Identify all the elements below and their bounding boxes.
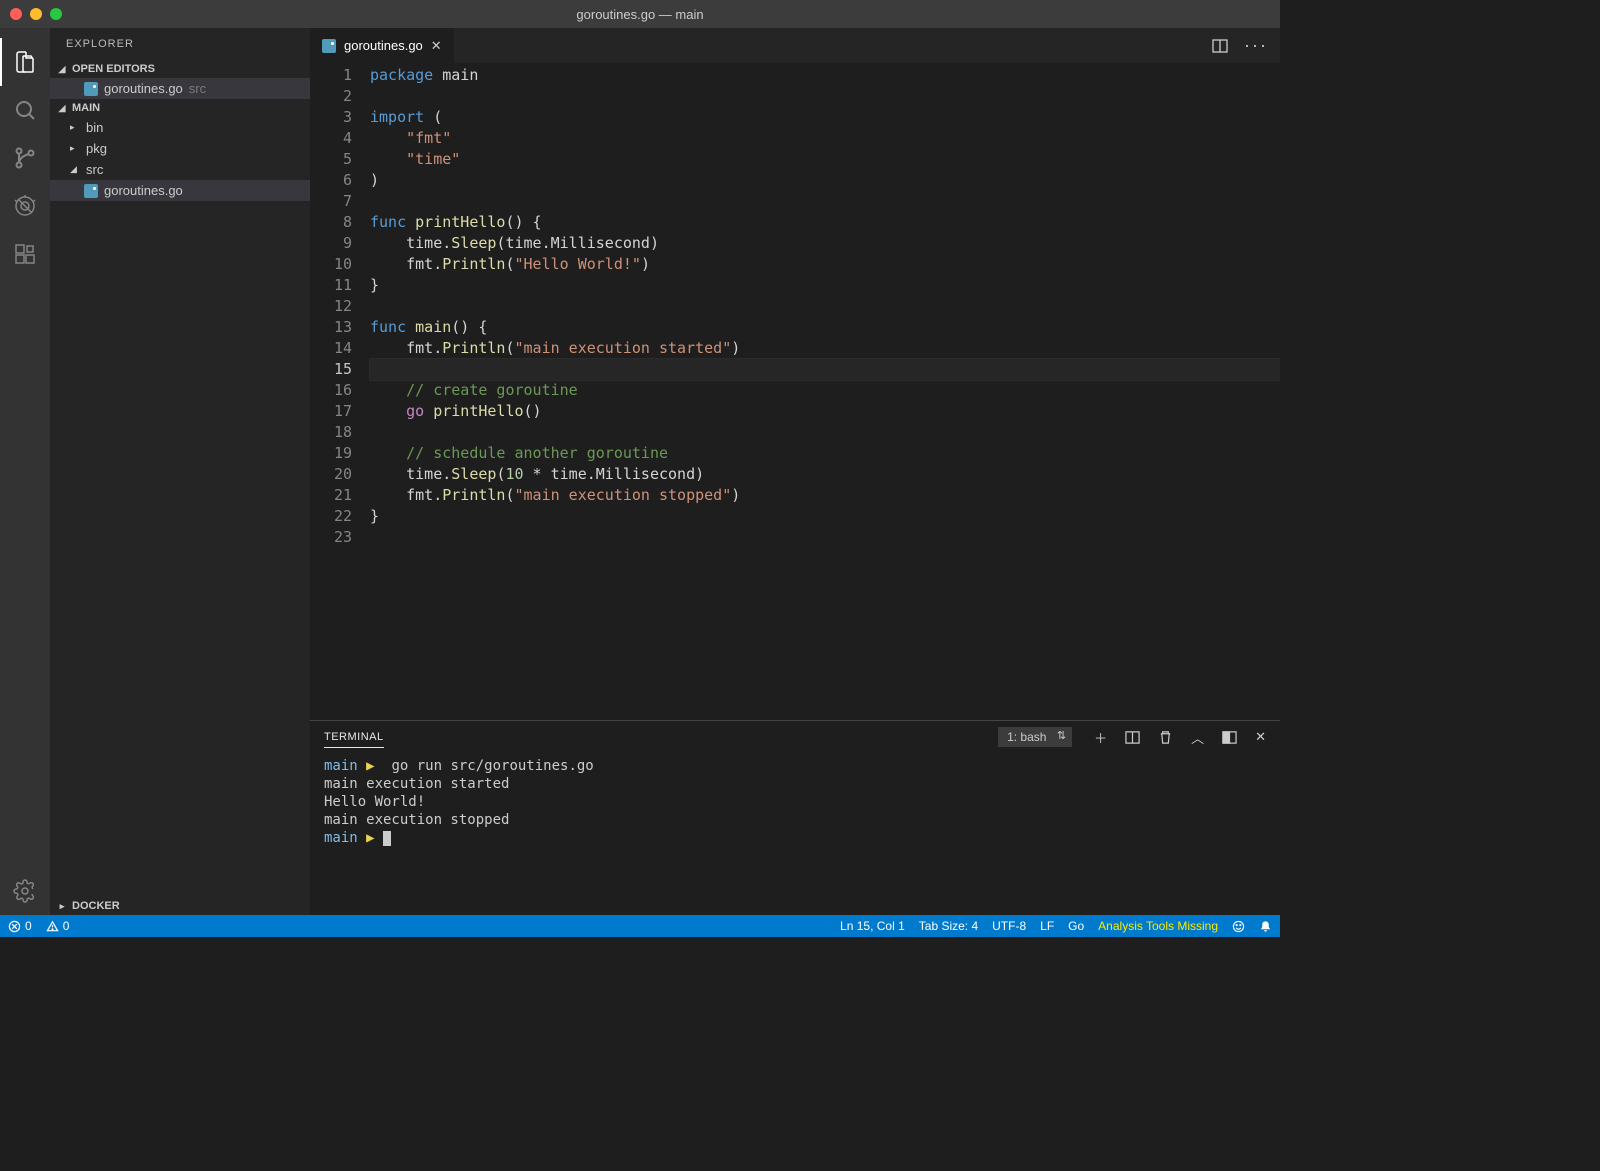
feedback-smiley-icon[interactable] xyxy=(1232,920,1245,933)
close-window-button[interactable] xyxy=(10,8,22,20)
folder-label: bin xyxy=(86,120,103,135)
chevron-down-icon: ◢ xyxy=(56,103,68,114)
terminal-body[interactable]: main ▶ go run src/goroutines.gomain exec… xyxy=(310,753,1280,915)
source-control-icon[interactable] xyxy=(0,134,50,182)
code-content[interactable]: package main import ( "fmt" "time") func… xyxy=(370,63,1280,720)
tab-bar: goroutines.go ✕ ··· xyxy=(310,28,1280,63)
terminal-panel: TERMINAL 1: bash ＋ ︿ ✕ main ▶ go run src… xyxy=(310,720,1280,915)
maximize-window-button[interactable] xyxy=(50,8,62,20)
terminal-selector[interactable]: 1: bash xyxy=(998,727,1072,747)
folder-label: pkg xyxy=(86,141,107,156)
search-icon[interactable] xyxy=(0,86,50,134)
terminal-header: TERMINAL 1: bash ＋ ︿ ✕ xyxy=(310,721,1280,753)
open-editor-name: goroutines.go xyxy=(104,81,183,96)
debug-icon[interactable] xyxy=(0,182,50,230)
open-editors-header[interactable]: ◢ OPEN EDITORS xyxy=(50,60,310,78)
code-editor[interactable]: 1234567891011121314151617181920212223 pa… xyxy=(310,63,1280,720)
notifications-bell-icon[interactable] xyxy=(1259,920,1272,933)
status-message[interactable]: Analysis Tools Missing xyxy=(1098,919,1218,933)
kill-terminal-icon[interactable] xyxy=(1158,730,1173,745)
terminal-tab[interactable]: TERMINAL xyxy=(324,727,384,748)
go-file-icon xyxy=(322,39,336,53)
status-warnings[interactable]: 0 xyxy=(46,919,70,933)
file-item-goroutines[interactable]: goroutines.go xyxy=(50,180,310,201)
close-panel-icon[interactable]: ✕ xyxy=(1255,729,1266,745)
minimize-window-button[interactable] xyxy=(30,8,42,20)
open-editor-item[interactable]: goroutines.go src xyxy=(50,78,310,99)
folder-item-src[interactable]: ◢ src xyxy=(50,159,310,180)
file-label: goroutines.go xyxy=(104,183,183,198)
chevron-down-icon: ◢ xyxy=(70,164,80,175)
new-terminal-icon[interactable]: ＋ xyxy=(1094,728,1107,747)
maximize-panel-icon[interactable] xyxy=(1222,730,1237,745)
folder-item-pkg[interactable]: ▸ pkg xyxy=(50,138,310,159)
tab-label: goroutines.go xyxy=(344,38,423,53)
window-title: goroutines.go — main xyxy=(576,7,703,22)
folder-item-bin[interactable]: ▸ bin xyxy=(50,117,310,138)
editor-area: goroutines.go ✕ ··· 12345678910111213141… xyxy=(310,28,1280,915)
status-eol[interactable]: LF xyxy=(1040,919,1054,933)
chevron-right-icon: ▸ xyxy=(70,143,80,154)
status-tab-size[interactable]: Tab Size: 4 xyxy=(919,919,978,933)
settings-gear-icon[interactable] xyxy=(0,867,50,915)
status-encoding[interactable]: UTF-8 xyxy=(992,919,1026,933)
chevron-up-icon[interactable]: ︿ xyxy=(1191,728,1204,747)
close-tab-icon[interactable]: ✕ xyxy=(431,38,442,54)
explorer-icon[interactable] xyxy=(0,38,50,86)
open-editor-dir: src xyxy=(189,81,206,96)
status-line-col[interactable]: Ln 15, Col 1 xyxy=(840,919,905,933)
title-bar: goroutines.go — main xyxy=(0,0,1280,28)
folder-label: src xyxy=(86,162,103,177)
go-file-icon xyxy=(84,82,98,96)
status-errors[interactable]: 0 xyxy=(8,919,32,933)
chevron-down-icon: ◢ xyxy=(56,64,68,75)
extensions-icon[interactable] xyxy=(0,230,50,278)
split-terminal-icon[interactable] xyxy=(1125,730,1140,745)
split-editor-icon[interactable] xyxy=(1212,38,1228,54)
workspace-header[interactable]: ◢ MAIN xyxy=(50,99,310,117)
chevron-right-icon: ▸ xyxy=(56,901,68,912)
line-number-gutter: 1234567891011121314151617181920212223 xyxy=(310,63,370,720)
chevron-right-icon: ▸ xyxy=(70,122,80,133)
docker-header[interactable]: ▸ DOCKER xyxy=(50,897,310,915)
traffic-lights xyxy=(0,8,62,20)
status-bar: 0 0 Ln 15, Col 1 Tab Size: 4 UTF-8 LF Go… xyxy=(0,915,1280,937)
sidebar: EXPLORER ◢ OPEN EDITORS goroutines.go sr… xyxy=(50,28,310,915)
editor-actions: ··· xyxy=(1212,28,1280,63)
activity-bar xyxy=(0,28,50,915)
status-language[interactable]: Go xyxy=(1068,919,1084,933)
editor-tab[interactable]: goroutines.go ✕ xyxy=(310,28,455,63)
sidebar-title: EXPLORER xyxy=(50,28,310,60)
more-actions-icon[interactable]: ··· xyxy=(1244,35,1268,56)
go-file-icon xyxy=(84,184,98,198)
